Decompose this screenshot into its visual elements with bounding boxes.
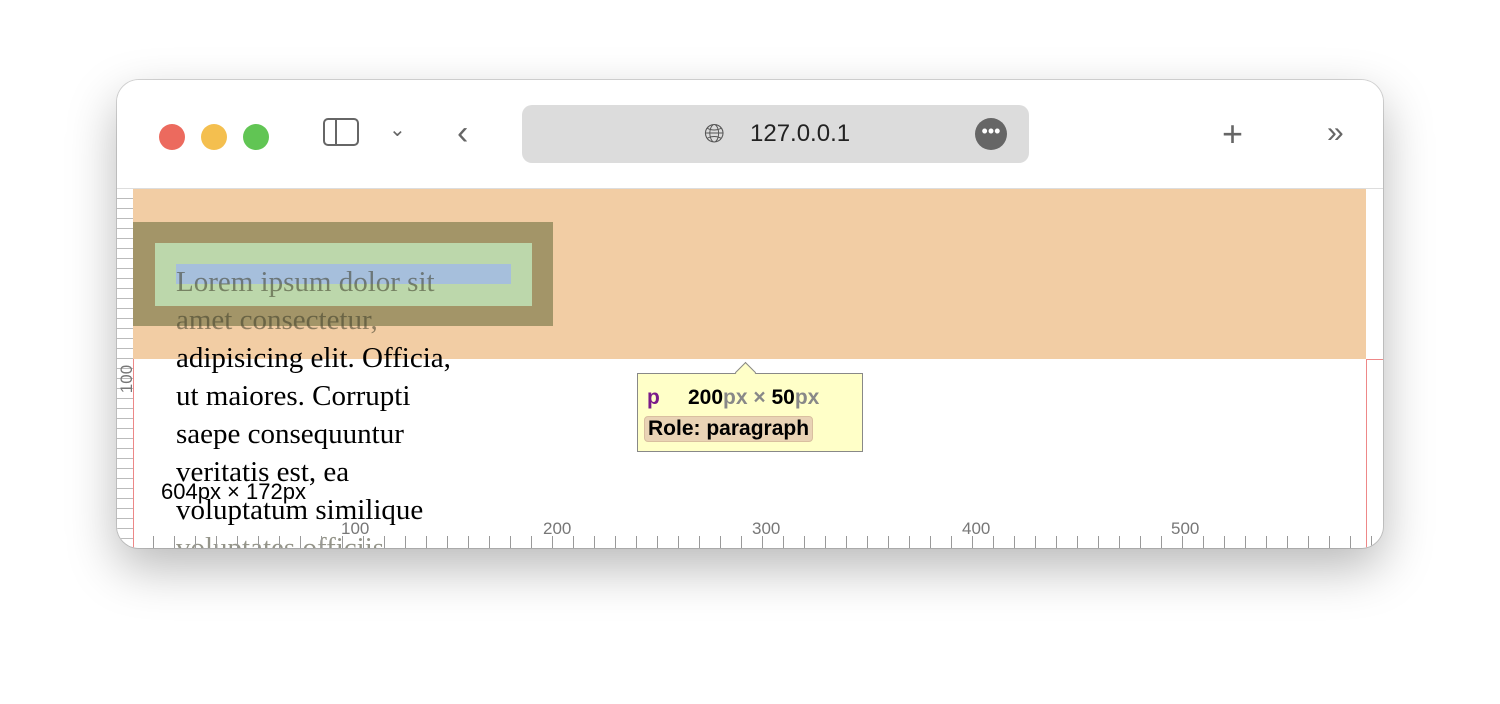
ruler-label: 100 <box>341 519 370 538</box>
text-line: amet consectetur, <box>176 304 378 336</box>
text-line: ut maiores. Corrupti <box>176 380 411 412</box>
role-badge: Role: paragraph <box>644 416 814 442</box>
back-icon[interactable]: ‹ <box>457 116 468 150</box>
url-text: 127.0.0.1 <box>750 120 851 147</box>
page-content: Lorem ipsum dolor sit amet consectetur, … <box>117 189 1383 548</box>
text-line: saepe consequuntur <box>176 418 404 450</box>
ruler-label: 400 <box>962 519 991 538</box>
more-icon[interactable]: ••• <box>975 118 1007 150</box>
minimize-button[interactable] <box>201 124 227 150</box>
browser-window: ⌄ ‹ 🌐︎ 127.0.0.1 ••• + » Lorem ipsum dol… <box>117 80 1383 548</box>
toolbar: ⌄ ‹ 🌐︎ 127.0.0.1 ••• + » <box>117 80 1383 189</box>
overflow-icon[interactable]: » <box>1327 118 1344 148</box>
ruler-label: 100 <box>117 364 137 394</box>
element-dimensions: 200px × 50px <box>688 386 820 409</box>
ruler-label: 200 <box>543 519 572 538</box>
sidebar-icon[interactable] <box>323 118 359 146</box>
text-line: Lorem ipsum dolor sit <box>176 266 435 298</box>
globe-icon: 🌐︎ <box>704 118 725 148</box>
chevron-down-icon[interactable]: ⌄ <box>389 120 406 140</box>
address-bar[interactable]: 🌐︎ 127.0.0.1 ••• <box>522 105 1029 163</box>
paragraph: Lorem ipsum dolor sit amet consectetur, … <box>176 263 536 548</box>
ruler-label: 300 <box>752 519 781 538</box>
element-tag: p <box>647 386 660 409</box>
guide-line <box>1366 359 1383 360</box>
inspector-tooltip: p 200px × 50px Role: paragraph <box>637 373 863 452</box>
text-line: adipisicing elit. Officia, <box>176 342 451 374</box>
zoom-button[interactable] <box>243 124 269 150</box>
guide-line <box>1366 359 1367 548</box>
ruler-label: 500 <box>1171 519 1200 538</box>
container-size-label: 604px × 172px <box>161 479 306 504</box>
close-button[interactable] <box>159 124 185 150</box>
new-tab-icon[interactable]: + <box>1222 116 1243 152</box>
